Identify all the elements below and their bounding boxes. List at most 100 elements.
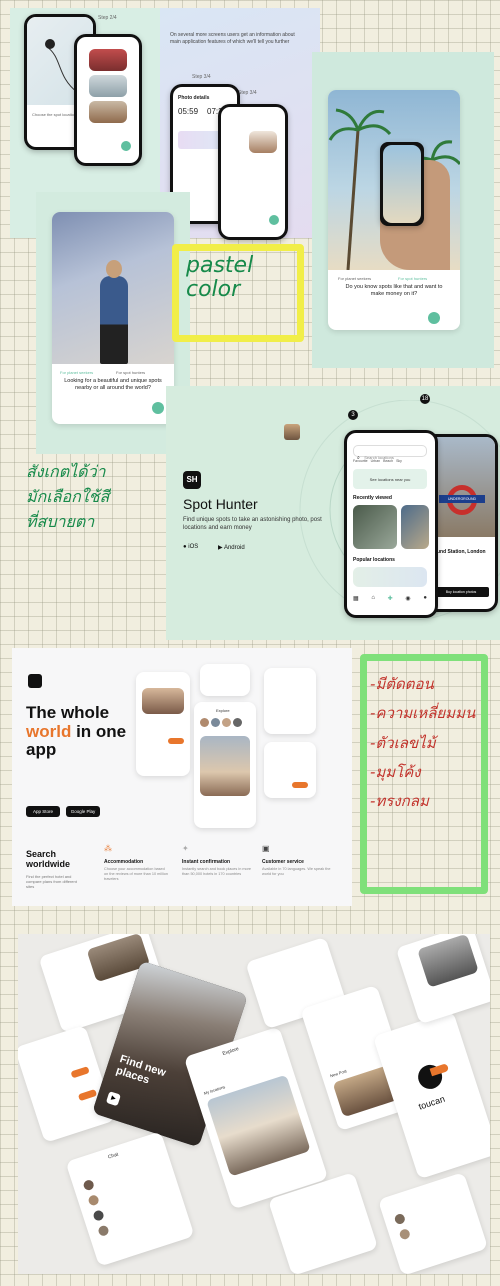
recent-photo-1: [353, 505, 397, 549]
map-pin-icon: [45, 39, 55, 49]
card-tab-2[interactable]: For spot hunters: [398, 276, 427, 281]
phone-gallery: [74, 34, 142, 166]
thai-note-line-3: ที่สบายตา: [26, 511, 95, 531]
thai-note-line-1: สังเกตได้ว่า: [26, 462, 106, 481]
section-whole-world: The whole world in one app App Store Goo…: [0, 642, 500, 928]
section-onboarding: Choose the spot location Step 2/4 On sev…: [10, 0, 494, 454]
man-tab-2[interactable]: For spot hunters: [116, 370, 145, 375]
feature-customer: ▣ Customer service Available in 70 langu…: [262, 844, 332, 877]
man-tab-1[interactable]: For planet seekers: [60, 370, 93, 375]
toucan-card-explore: Explore My locations: [183, 1026, 329, 1210]
feature-text: Available in 70 languages. We speak the …: [262, 867, 331, 876]
accommodation-icon: ⁂: [104, 844, 112, 853]
apple-icon: ●: [183, 544, 187, 550]
card-next-button[interactable]: [428, 312, 440, 324]
headline-line-2: in one: [76, 721, 127, 741]
headline-accent: world: [26, 721, 72, 741]
feature-accommodation: ⁂ Accommodation Choose your accommodatio…: [104, 844, 170, 882]
world-phone-mid-top: [200, 664, 250, 696]
customer-icon: ▣: [262, 844, 270, 853]
left-book-button[interactable]: [168, 738, 184, 744]
style-note: -มีตัดตอน -ความเหลี่ยมมน -ตัวเลขไม้ -มุม…: [370, 670, 488, 816]
add-icon[interactable]: ✚: [388, 595, 393, 602]
filter-chip[interactable]: Sky: [396, 459, 402, 463]
topright-photo: [417, 934, 479, 988]
toucan-card-topright: [395, 934, 490, 1025]
avatar-row: [200, 718, 242, 727]
thai-note: สังเกตได้ว่า มักเลือกใช้สี ที่สบายตา: [26, 460, 161, 534]
chat-avatar: [97, 1224, 110, 1238]
feature-title: Customer service: [262, 859, 304, 865]
toucan-card-chat: Chat: [65, 1131, 195, 1267]
toucan-card-bottomright: [377, 1172, 489, 1274]
left-button[interactable]: [70, 1066, 90, 1079]
popular-locations-title: Popular locations: [353, 557, 395, 563]
search-input[interactable]: ⌕ Search locations: [353, 445, 427, 461]
profile-icon[interactable]: ●: [423, 595, 427, 602]
card-tab-1[interactable]: For planet seekers: [338, 276, 371, 281]
next-button[interactable]: [121, 141, 131, 151]
android-badge[interactable]: ▶ Android: [218, 544, 245, 551]
left-button-2[interactable]: [77, 1088, 98, 1102]
filter-chip[interactable]: Urban: [371, 459, 381, 463]
filter-row: Favourite Urban Beach Sky: [353, 459, 402, 463]
filter-chip[interactable]: Favourite: [353, 459, 368, 463]
underground-bar: UNDERGROUND: [439, 495, 485, 503]
br-avatar: [393, 1212, 407, 1226]
avatar: [200, 718, 209, 727]
ios-label: iOS: [188, 544, 199, 550]
marker-photo: [284, 424, 300, 440]
world-phone-right-top: [264, 668, 316, 734]
feature-text: Choose your accommodation based on the r…: [104, 867, 168, 881]
feature-text: Instantly search and book places in more…: [182, 867, 252, 876]
filter-chip[interactable]: Beach: [383, 459, 393, 463]
pin-icon[interactable]: ◉: [405, 595, 410, 602]
center-title: Explore: [216, 708, 230, 713]
details2-next-button[interactable]: [269, 215, 279, 225]
phone-search: ⌕ Search locations Favourite Urban Beach…: [344, 430, 438, 618]
headline: The whole world in one app: [26, 703, 127, 760]
buy-button[interactable]: Buy location photos: [433, 587, 489, 597]
time-1: 05:59: [178, 107, 199, 116]
gallery-photo-3: [89, 101, 127, 123]
home-icon[interactable]: ▦: [353, 595, 359, 602]
br-avatar: [398, 1227, 412, 1241]
marker-18: 18: [420, 394, 430, 404]
play-icon: ▶: [218, 545, 223, 551]
world-logo-icon: [28, 674, 42, 688]
chat-avatar: [92, 1209, 105, 1222]
android-label: Android: [223, 545, 245, 551]
card-question: Do you know spots like that and want to …: [345, 284, 443, 298]
feature-instant: ✦ Instant confirmation Instantly search …: [182, 844, 254, 877]
center-photo: [200, 736, 250, 796]
style-note-line-4: -มุมโค้ง: [370, 762, 421, 781]
instant-icon: ✦: [182, 844, 189, 853]
tab-bar: ▦ ⌂ ✚ ◉ ●: [353, 595, 427, 602]
right-book-button[interactable]: [292, 782, 308, 788]
chat-avatar: [87, 1194, 100, 1207]
google-play-button[interactable]: Google Play: [66, 806, 100, 817]
new-post-label: New Post: [329, 1068, 348, 1079]
cart-icon[interactable]: ⌂: [371, 595, 375, 602]
step-label-2: Step 3/4: [192, 74, 211, 80]
photo-details-title: Photo details: [178, 95, 210, 101]
ios-badge[interactable]: ● iOS: [183, 544, 198, 550]
thai-note-line-2: มักเลือกใช้สี: [26, 486, 110, 506]
step-label-1: Step 2/4: [98, 15, 117, 21]
search-sub: Find the perfect hotel and compare plans…: [26, 874, 77, 890]
details-photo: [249, 131, 277, 153]
avatar: [211, 718, 220, 727]
world-phone-center: Explore: [194, 702, 256, 828]
headline-line-1: The whole: [26, 703, 110, 722]
avatar: [222, 718, 231, 727]
toucan-brand: toucan: [417, 1093, 447, 1112]
app-logo: SH: [183, 471, 201, 489]
pastel-color-note: pastel color: [186, 253, 254, 303]
section-toucan: Find new places ▶ Explore My locations N…: [18, 934, 490, 1274]
avatar: [233, 718, 242, 727]
see-locations-card[interactable]: See locations near you: [353, 469, 427, 489]
style-note-line-5: -ทรงกลม: [370, 792, 429, 810]
gallery-photo-2: [89, 75, 127, 97]
app-store-button[interactable]: App Store: [26, 806, 60, 817]
app-name: Spot Hunter: [183, 496, 258, 512]
